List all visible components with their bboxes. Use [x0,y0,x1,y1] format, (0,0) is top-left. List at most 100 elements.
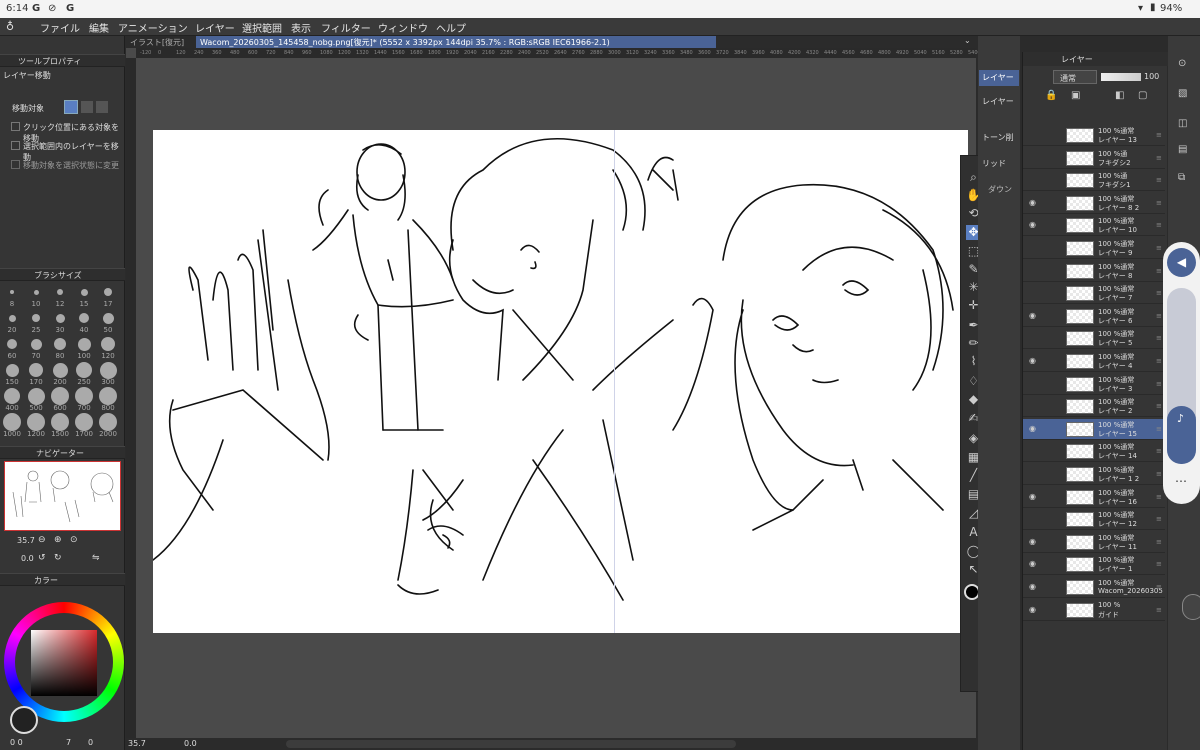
layer-menu-icon[interactable]: ≡ [1156,221,1162,229]
layer-row[interactable]: 100 %通常 レイヤー 3 ≡ [1023,374,1165,395]
horizontal-scrollbar[interactable] [286,740,736,748]
brush-size-preset[interactable] [77,337,91,351]
rotate-right-icon[interactable]: ↻ [54,553,62,563]
layer-row[interactable]: 100 %通常 レイヤー 12 ≡ [1023,509,1165,531]
brush-size-preset[interactable] [10,290,14,294]
subtool-item[interactable]: レイヤー [979,70,1019,86]
brush-size-preset[interactable] [33,289,39,295]
flip-horizontal-icon[interactable]: ⇋ [92,553,100,563]
brush-size-preset[interactable] [52,362,68,378]
layer-menu-icon[interactable]: ≡ [1156,606,1162,614]
layer-menu-icon[interactable]: ≡ [1156,380,1162,388]
tab-inactive[interactable]: イラスト[復元] [130,37,184,48]
layer-row[interactable]: ◉ 100 %通常 Wacom_20260305 ≡ [1023,577,1165,598]
layer-menu-icon[interactable]: ≡ [1156,357,1162,365]
checkbox[interactable] [11,122,20,131]
layer-menu-icon[interactable]: ≡ [1156,244,1162,252]
menu-edit[interactable]: 編集 [89,20,109,35]
eye-icon[interactable] [1029,243,1038,252]
zoom-out-icon[interactable]: ⊖ [38,535,46,545]
brush-size-preset[interactable] [27,413,45,431]
brush-size-preset[interactable] [99,387,117,405]
layer-row[interactable]: ◉ 100 %通常 レイヤー 8 2 ≡ [1023,193,1165,214]
tab-active[interactable]: Wacom_20260305_145458_nobg.png[復元]* (555… [196,36,716,48]
move-target-grid-button[interactable] [96,101,108,113]
brush-size-preset[interactable] [102,312,114,324]
menu-filter[interactable]: フィルター [321,20,371,35]
menu-window[interactable]: ウィンドウ [378,20,428,35]
brush-size-preset[interactable] [51,387,69,405]
layer-menu-icon[interactable]: ≡ [1156,447,1162,455]
eye-icon[interactable]: ◉ [1029,311,1038,320]
layer-menu-icon[interactable]: ≡ [1156,312,1162,320]
brush-size-preset[interactable] [57,289,63,295]
navigator-icon[interactable]: ⊙ [1178,58,1186,69]
layer-menu-icon[interactable]: ≡ [1156,131,1162,139]
color-wheel[interactable] [4,602,124,722]
menu-help[interactable]: ヘルプ [436,20,466,35]
menu-selection[interactable]: 選択範囲 [242,20,282,35]
new-layer-icon[interactable]: ▢ [1138,90,1147,101]
brush-size-preset[interactable] [80,288,88,296]
image-icon[interactable]: ▧ [1178,88,1187,99]
menu-animation[interactable]: アニメーション [118,20,188,35]
eye-icon[interactable] [1029,446,1038,455]
fit-icon[interactable]: ⊙ [70,535,78,545]
eye-icon[interactable] [1029,379,1038,388]
app-logo-icon[interactable]: ♁ [6,20,14,33]
brush-size-preset[interactable] [51,413,69,431]
layer-menu-icon[interactable]: ≡ [1156,583,1162,591]
tool-property-header[interactable]: ツールプロパティ [0,54,125,67]
subtool-item[interactable]: レイヤー [982,96,1014,107]
eye-icon[interactable] [1029,130,1038,139]
rotate-left-icon[interactable]: ↺ [38,553,46,563]
layer-menu-icon[interactable]: ≡ [1156,176,1162,184]
subtool-item[interactable]: ダウン [988,184,1012,195]
main-color-swatch[interactable] [10,706,38,734]
checkbox[interactable] [11,141,20,150]
eye-icon[interactable] [1029,469,1038,478]
layer-menu-icon[interactable]: ≡ [1156,267,1162,275]
brush-size-preset[interactable] [30,338,42,350]
subtool-item[interactable]: トーン削 [982,132,1014,143]
layer-row[interactable]: 100 %通 フキダシ2 ≡ [1023,148,1165,169]
brush-size-preset[interactable] [32,314,40,322]
menu-layer[interactable]: レイヤー [195,20,235,35]
navigator-preview[interactable] [4,461,121,531]
brush-size-preset[interactable] [75,387,93,405]
brush-size-preset[interactable] [5,363,19,377]
brush-size-preset[interactable] [104,288,112,296]
chevron-down-icon[interactable]: ⌄ [964,36,971,45]
move-target-tone-button[interactable] [81,101,93,113]
brush-size-header[interactable]: ブラシサイズ [0,268,125,281]
layer-menu-icon[interactable]: ≡ [1156,538,1162,546]
speaker-icon[interactable]: ◀ [1167,248,1196,277]
layer-menu-icon[interactable]: ≡ [1156,334,1162,342]
brush-size-preset[interactable] [4,388,20,404]
navigator-header[interactable]: ナビゲーター [0,446,125,459]
layer-menu-icon[interactable]: ≡ [1156,560,1162,568]
layer-menu-icon[interactable]: ≡ [1156,199,1162,207]
move-target-layer-button[interactable] [64,100,78,114]
eye-icon[interactable] [1029,514,1038,523]
eye-icon[interactable] [1029,401,1038,410]
layers-icon[interactable]: ◫ [1178,118,1187,129]
menu-file[interactable]: ファイル [40,20,80,35]
eye-icon[interactable]: ◉ [1029,492,1038,501]
eye-icon[interactable]: ◉ [1029,356,1038,365]
mask-icon[interactable]: ◧ [1115,90,1124,101]
opacity-slider[interactable] [1101,73,1141,81]
brush-size-preset[interactable] [101,337,115,351]
layer-row[interactable]: ◉ 100 %通常 レイヤー 15 ≡ [1023,418,1165,440]
eye-icon[interactable] [1029,266,1038,275]
layer-menu-icon[interactable]: ≡ [1156,402,1162,410]
eye-icon[interactable]: ◉ [1029,537,1038,546]
more-icon[interactable]: ⋯ [1175,474,1187,488]
layer-row[interactable]: ◉ 100 %通常 レイヤー 10 ≡ [1023,215,1165,237]
layer-row[interactable]: 100 %通常 レイヤー 9 ≡ [1023,238,1165,259]
stack-icon[interactable]: ▤ [1178,144,1187,155]
layer-row[interactable]: ◉ 100 % ガイド ≡ [1023,600,1165,621]
layer-row[interactable]: 100 %通常 レイヤー 13 ≡ [1023,125,1165,146]
layer-menu-icon[interactable]: ≡ [1156,289,1162,297]
volume-slider[interactable]: ♪ [1167,288,1196,464]
